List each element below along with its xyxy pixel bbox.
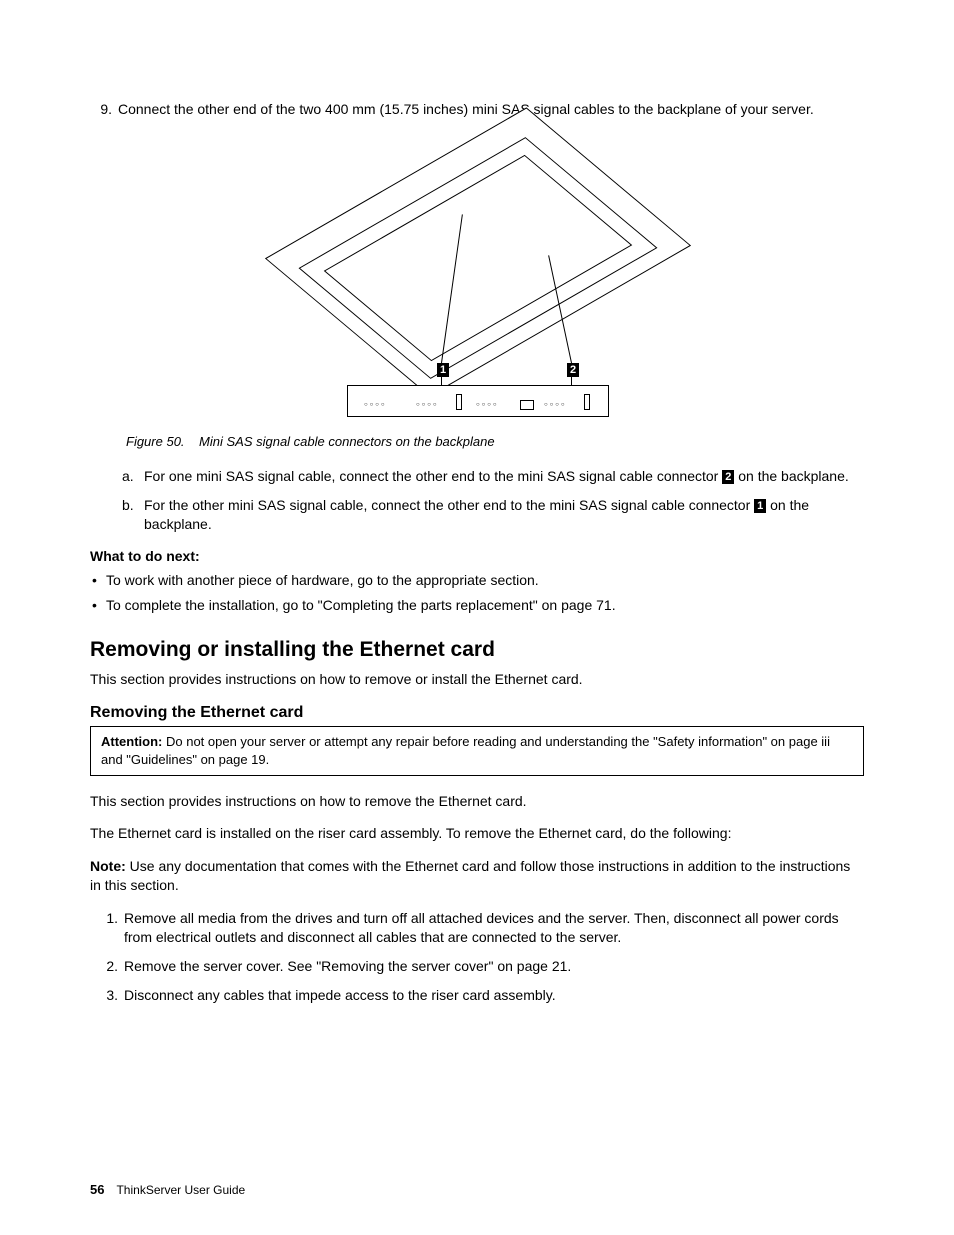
removing-lead: The Ethernet card is installed on the ri… xyxy=(90,824,864,843)
figure-caption-text: Mini SAS signal cable connectors on the … xyxy=(199,434,495,449)
section-heading-ethernet: Removing or installing the Ethernet card xyxy=(90,638,864,662)
removing-step-1: 1.Remove all media from the drives and t… xyxy=(124,909,864,947)
subsection-heading-removing: Removing the Ethernet card xyxy=(90,704,864,722)
substep-a-pre: For one mini SAS signal cable, connect t… xyxy=(144,468,722,484)
removing-intro: This section provides instructions on ho… xyxy=(90,792,864,811)
figure-50-caption: Figure 50. Mini SAS signal cable connect… xyxy=(126,434,864,449)
what-next-list: To work with another piece of hardware, … xyxy=(90,570,864,616)
note-label: Note: xyxy=(90,858,126,874)
attention-box: Attention: Do not open your server or at… xyxy=(90,726,864,775)
note-text: Use any documentation that comes with th… xyxy=(90,858,850,893)
page-footer: 56 ThinkServer User Guide xyxy=(90,1182,245,1197)
what-to-do-next: What to do next: To work with another pi… xyxy=(90,548,864,616)
removing-steps: 1.Remove all media from the drives and t… xyxy=(90,909,864,1005)
callout-2-label: 2 xyxy=(567,363,579,377)
removing-step-3: 3.Disconnect any cables that impede acce… xyxy=(124,986,864,1005)
attention-label: Attention: xyxy=(101,734,162,749)
backplane-strip: ○○○○ ○○○○ ○○○○ ○○○○ xyxy=(347,385,609,417)
figure-50: 1 2 ○○○○ ○○○○ ○○○○ ○○○○ xyxy=(90,137,864,420)
step-9-text: Connect the other end of the two 400 mm … xyxy=(118,101,814,117)
substep-a-letter: a. xyxy=(122,467,144,486)
step-3-text: Disconnect any cables that impede access… xyxy=(124,987,556,1003)
substep-a-post: on the backplane. xyxy=(734,468,848,484)
substep-b-letter: b. xyxy=(122,496,144,515)
inline-callout-1: 1 xyxy=(754,499,766,513)
step-2-number: 2. xyxy=(102,957,124,976)
step-9: 9.Connect the other end of the two 400 m… xyxy=(118,100,864,119)
server-backplane-diagram: 1 2 ○○○○ ○○○○ ○○○○ ○○○○ xyxy=(307,137,647,417)
what-next-item-2: To complete the installation, go to "Com… xyxy=(106,595,864,616)
step-1-text: Remove all media from the drives and tur… xyxy=(124,910,839,945)
step-2-text: Remove the server cover. See "Removing t… xyxy=(124,958,571,974)
footer-title: ThinkServer User Guide xyxy=(116,1183,245,1197)
substep-a: a.For one mini SAS signal cable, connect… xyxy=(144,467,864,486)
substep-list: a.For one mini SAS signal cable, connect… xyxy=(90,467,864,534)
page: 9.Connect the other end of the two 400 m… xyxy=(0,0,954,1235)
removing-step-2: 2.Remove the server cover. See "Removing… xyxy=(124,957,864,976)
step-9-number: 9. xyxy=(96,100,118,119)
step-1-number: 1. xyxy=(102,909,124,928)
page-number: 56 xyxy=(90,1182,104,1197)
note-paragraph: Note: Use any documentation that comes w… xyxy=(90,857,864,895)
main-step-list: 9.Connect the other end of the two 400 m… xyxy=(90,100,864,119)
step-3-number: 3. xyxy=(102,986,124,1005)
what-next-item-1: To work with another piece of hardware, … xyxy=(106,570,864,591)
section-intro: This section provides instructions on ho… xyxy=(90,670,864,689)
callout-1-label: 1 xyxy=(437,363,449,377)
what-next-heading: What to do next: xyxy=(90,548,200,564)
attention-text: Do not open your server or attempt any r… xyxy=(101,734,830,767)
substep-b-pre: For the other mini SAS signal cable, con… xyxy=(144,497,754,513)
inline-callout-2: 2 xyxy=(722,470,734,484)
figure-label: Figure 50. xyxy=(126,434,185,449)
substep-b: b.For the other mini SAS signal cable, c… xyxy=(144,496,864,534)
